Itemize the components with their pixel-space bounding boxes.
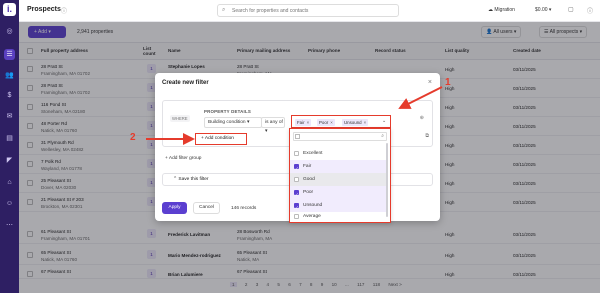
- search-icon: ⌕: [381, 133, 384, 139]
- top-header: Prospects ⓘ ⌕ ☁ Migration $0.00 ▾ ▢ ⓘ: [19, 0, 600, 22]
- sidebar: i. ◎ ☰ 👥 $ ✉ ▤ ◤ ⌂ ☺ ⋯: [0, 0, 19, 293]
- list-icon[interactable]: ☰: [4, 49, 15, 60]
- more-icon[interactable]: ⋯: [4, 220, 15, 231]
- value-multiselect[interactable]: Fair × Poor × Unsound × ⌄: [291, 115, 391, 128]
- option-fair[interactable]: Fair: [290, 160, 386, 175]
- selected-tag[interactable]: Poor ×: [317, 119, 335, 126]
- remove-tag-icon[interactable]: ×: [364, 120, 367, 125]
- search-icon: ⌕: [222, 7, 226, 13]
- dollar-icon[interactable]: $: [4, 90, 15, 101]
- chevron-up-icon: ⌃: [173, 177, 178, 182]
- inbox-icon[interactable]: ✉: [4, 111, 15, 122]
- section-label: PROPERTY DETAILS: [204, 109, 251, 114]
- add-condition-button[interactable]: + Add condition: [195, 133, 247, 145]
- balance-display[interactable]: $0.00 ▾: [535, 7, 551, 13]
- option-unsound[interactable]: Unsound: [290, 199, 386, 214]
- where-label: WHERE: [170, 115, 190, 122]
- search-input[interactable]: [232, 7, 392, 15]
- info-icon[interactable]: ⓘ: [61, 6, 67, 15]
- users-icon[interactable]: 👥: [4, 70, 15, 81]
- operator-value: is any of: [265, 120, 283, 125]
- modal-title: Create new filter: [162, 80, 209, 86]
- help-icon[interactable]: ⓘ: [587, 6, 593, 15]
- remove-tag-icon[interactable]: ×: [330, 120, 333, 125]
- global-search[interactable]: ⌕: [217, 4, 399, 17]
- option-checkbox[interactable]: [294, 188, 299, 201]
- option-checkbox[interactable]: [294, 177, 299, 182]
- options-dropdown: ⌕ Excellent Fair Good Poor Unsound Avera…: [289, 128, 391, 223]
- options-search[interactable]: ⌕: [293, 132, 387, 141]
- option-label: Fair: [303, 164, 312, 169]
- balance-value: $0.00: [535, 7, 548, 13]
- options-scrollbar[interactable]: [386, 143, 388, 217]
- option-label: Unsound: [303, 203, 323, 208]
- migration-link[interactable]: ☁ Migration: [488, 7, 515, 13]
- compass-icon[interactable]: ◎: [4, 26, 15, 37]
- option-label: Average: [303, 214, 321, 219]
- book-icon[interactable]: ▤: [4, 133, 15, 144]
- remove-tag-icon[interactable]: ×: [307, 120, 310, 125]
- tag-label: Poor: [319, 120, 329, 125]
- option-checkbox[interactable]: [294, 201, 299, 214]
- chat-icon[interactable]: ▢: [568, 6, 574, 13]
- close-icon[interactable]: ×: [428, 79, 432, 86]
- team-icon[interactable]: ☺: [4, 198, 15, 209]
- remove-condition-icon[interactable]: ⊕: [420, 115, 424, 121]
- tag-label: Fair: [297, 120, 305, 125]
- field-value: Building condition: [208, 120, 246, 125]
- option-checkbox[interactable]: [294, 214, 299, 219]
- option-excellent[interactable]: Excellent: [290, 147, 386, 160]
- option-label: Good: [303, 177, 315, 182]
- select-all-options-checkbox[interactable]: [295, 134, 300, 139]
- copy-icon[interactable]: ⧉: [425, 133, 429, 139]
- cancel-button[interactable]: Cancel: [193, 202, 220, 214]
- option-checkbox[interactable]: [294, 151, 299, 156]
- megaphone-icon[interactable]: ◤: [4, 155, 15, 166]
- record-count: 146 records: [231, 206, 257, 211]
- selected-tag[interactable]: Fair ×: [295, 119, 312, 126]
- option-poor[interactable]: Poor: [290, 186, 386, 201]
- app-logo[interactable]: i.: [3, 3, 16, 16]
- operator-select[interactable]: is any of ▾: [261, 117, 285, 134]
- option-good[interactable]: Good: [290, 173, 386, 186]
- tag-label: Unsound: [344, 120, 362, 125]
- chevron-down-icon[interactable]: ⌄: [382, 118, 386, 124]
- field-select[interactable]: Building condition ▾: [204, 117, 262, 128]
- option-label: Excellent: [303, 151, 323, 156]
- annotation-number-2: 2: [130, 132, 136, 143]
- option-checkbox[interactable]: [294, 162, 299, 175]
- annotation-number-1: 1: [445, 77, 451, 88]
- org-icon[interactable]: ⌂: [4, 177, 15, 188]
- migration-label: Migration: [494, 7, 515, 13]
- apply-button[interactable]: Apply: [162, 202, 187, 214]
- page-title: Prospects: [27, 6, 61, 13]
- option-label: Poor: [303, 190, 314, 195]
- option-average[interactable]: Average: [290, 212, 386, 222]
- save-filter-label: Save this filter: [178, 177, 209, 182]
- selected-tag[interactable]: Unsound ×: [342, 119, 369, 126]
- add-filter-group-link[interactable]: + Add filter group: [165, 156, 201, 161]
